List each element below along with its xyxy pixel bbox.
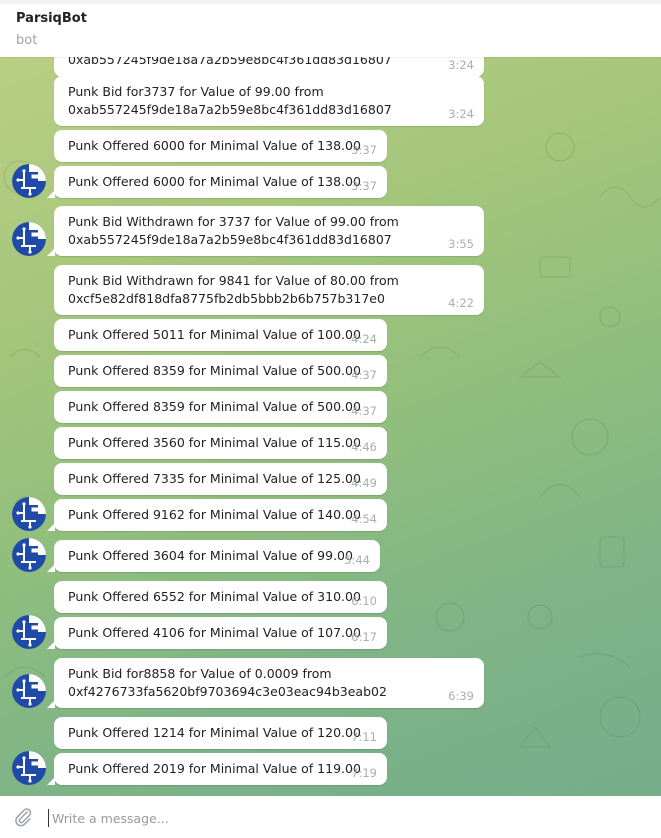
message-time: 4:24 (351, 332, 377, 346)
message-time: 5:44 (344, 553, 370, 567)
bot-avatar[interactable] (12, 751, 46, 785)
message-time: 3:24 (448, 107, 474, 121)
message-composer (0, 796, 661, 838)
text-cursor (48, 809, 49, 827)
message-text: Punk Offered 6552 for Minimal Value of 3… (68, 589, 361, 604)
message-bubble[interactable]: Punk Offered 2019 for Minimal Value of 1… (47, 753, 387, 785)
message-time: 6:39 (448, 689, 474, 703)
bot-avatar[interactable] (12, 164, 46, 198)
chat-header[interactable]: ParsiqBot bot (0, 4, 661, 57)
message-text: Punk Offered 1214 for Minimal Value of 1… (68, 725, 361, 740)
message-bubble[interactable]: Punk Offered 6000 for Minimal Value of 1… (54, 130, 387, 162)
message-text: Punk Offered 6000 for Minimal Value of 1… (68, 174, 361, 189)
bot-avatar[interactable] (12, 674, 46, 708)
message-text: Punk Bid for8858 for Value of 0.0009 fro… (68, 666, 387, 699)
parsiq-logo-icon (12, 751, 46, 785)
message-bubble[interactable]: Punk Offered 6000 for Minimal Value of 1… (47, 166, 387, 198)
message-bubble[interactable]: Punk Offered 8359 for Minimal Value of 5… (54, 355, 387, 387)
chat-subtitle: bot (16, 33, 38, 48)
chat-title[interactable]: ParsiqBot (16, 11, 87, 26)
message-time: 4:37 (351, 368, 377, 382)
message-text: Punk Offered 3604 for Minimal Value of 9… (68, 548, 353, 563)
message-bubble[interactable]: Punk Offered 5011 for Minimal Value of 1… (54, 319, 387, 351)
message-time: 3:37 (351, 179, 377, 193)
message-text: Punk Bid Withdrawn for 3737 for Value of… (68, 214, 399, 247)
bot-avatar[interactable] (12, 222, 46, 256)
message-bubble[interactable]: Punk Offered 8359 for Minimal Value of 5… (54, 391, 387, 423)
parsiq-logo-icon (12, 615, 46, 649)
parsiq-logo-icon (12, 538, 46, 572)
bot-avatar[interactable] (12, 615, 46, 649)
message-time: 3:55 (448, 237, 474, 251)
message-bubble[interactable]: Punk Offered 3560 for Minimal Value of 1… (54, 427, 387, 459)
message-input[interactable] (50, 806, 644, 830)
parsiq-logo-icon (12, 164, 46, 198)
parsiq-logo-icon (12, 497, 46, 531)
message-text: Punk Offered 8359 for Minimal Value of 5… (68, 399, 361, 414)
message-time: 6:17 (351, 630, 377, 644)
bot-avatar[interactable] (12, 538, 46, 572)
message-bubble[interactable]: 0xab557245f9de18a7a2b59e8bc4f361dd83d168… (54, 57, 484, 77)
message-text: Punk Offered 5011 for Minimal Value of 1… (68, 327, 361, 342)
message-bubble[interactable]: Punk Offered 6552 for Minimal Value of 3… (54, 581, 387, 613)
message-list[interactable]: 0xab557245f9de18a7a2b59e8bc4f361dd83d168… (0, 57, 661, 796)
message-bubble[interactable]: Punk Offered 1214 for Minimal Value of 1… (54, 717, 387, 749)
bot-avatar[interactable] (12, 497, 46, 531)
message-time: 7:11 (351, 730, 377, 744)
message-text: Punk Offered 3560 for Minimal Value of 1… (68, 435, 361, 450)
message-time: 4:46 (351, 440, 377, 454)
message-bubble[interactable]: Punk Bid for8858 for Value of 0.0009 fro… (47, 658, 484, 708)
message-text: Punk Offered 6000 for Minimal Value of 1… (68, 138, 361, 153)
message-bubble[interactable]: Punk Bid Withdrawn for 3737 for Value of… (47, 206, 484, 256)
message-text: Punk Offered 4106 for Minimal Value of 1… (68, 625, 361, 640)
message-time: 3:24 (448, 58, 474, 72)
message-time: 7:19 (351, 766, 377, 780)
message-text: Punk Bid for3737 for Value of 99.00 from… (68, 84, 392, 117)
message-text: Punk Offered 9162 for Minimal Value of 1… (68, 507, 361, 522)
message-text: Punk Offered 8359 for Minimal Value of 5… (68, 363, 361, 378)
message-time: 4:54 (351, 512, 377, 526)
message-time: 4:49 (351, 476, 377, 490)
message-bubble[interactable]: Punk Offered 4106 for Minimal Value of 1… (47, 617, 387, 649)
message-bubble[interactable]: Punk Offered 9162 for Minimal Value of 1… (47, 499, 387, 531)
message-time: 4:22 (448, 296, 474, 310)
message-bubble[interactable]: Punk Offered 7335 for Minimal Value of 1… (54, 463, 387, 495)
message-time: 4:37 (351, 404, 377, 418)
message-bubble[interactable]: Punk Bid Withdrawn for 9841 for Value of… (54, 265, 484, 315)
message-text: Punk Bid Withdrawn for 9841 for Value of… (68, 273, 399, 306)
message-text: Punk Offered 7335 for Minimal Value of 1… (68, 471, 361, 486)
message-bubble[interactable]: Punk Offered 3604 for Minimal Value of 9… (47, 540, 380, 572)
message-text: 0xab557245f9de18a7a2b59e8bc4f361dd83d168… (68, 57, 392, 67)
parsiq-logo-icon (12, 674, 46, 708)
telegram-chat-window: ParsiqBot bot 0xab557245f9de18a7a2b59e8b… (0, 0, 661, 838)
message-text: Punk Offered 2019 for Minimal Value of 1… (68, 761, 361, 776)
message-time: 3:37 (351, 143, 377, 157)
message-time: 6:10 (351, 594, 377, 608)
paperclip-icon[interactable] (12, 806, 34, 828)
parsiq-logo-icon (12, 222, 46, 256)
message-bubble[interactable]: Punk Bid for3737 for Value of 99.00 from… (54, 76, 484, 126)
